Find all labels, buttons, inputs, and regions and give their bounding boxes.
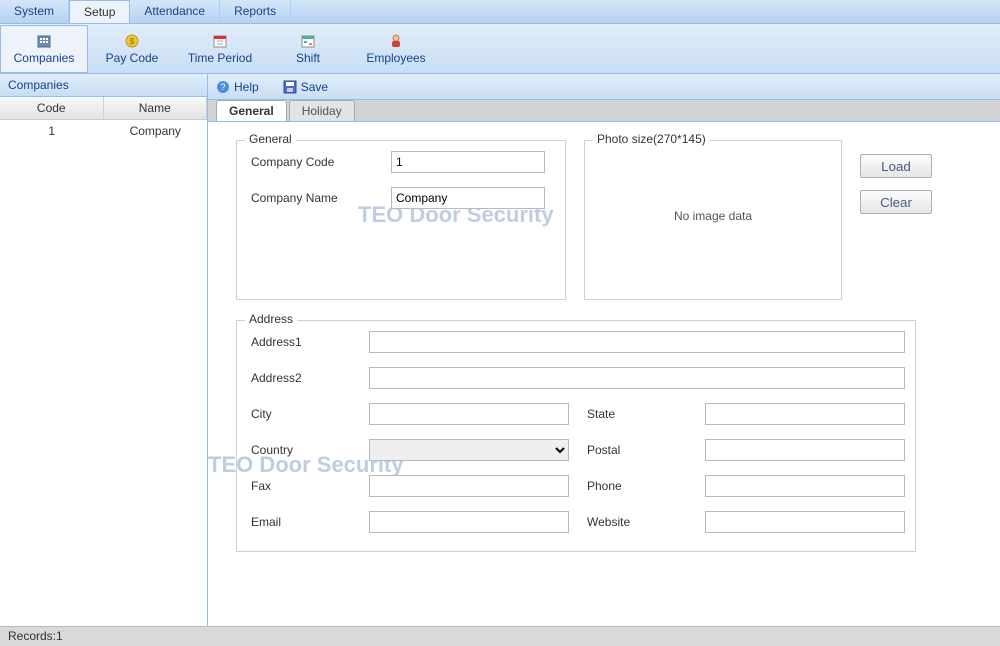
table-row[interactable]: 1 Company [0,120,207,142]
address-fieldset: Address Address1 Address2 City State Cou… [236,320,916,552]
help-button[interactable]: ? Help [216,80,259,94]
toolbar-shift[interactable]: Shift [264,25,352,73]
content: ? Help Save General Holiday TEO Door Sec… [208,74,1000,626]
save-label: Save [301,80,328,94]
company-code-input[interactable] [391,151,545,173]
city-input[interactable] [369,403,569,425]
sidebar: Companies Code Name 1 Company [0,74,208,626]
website-input[interactable] [705,511,905,533]
address1-input[interactable] [369,331,905,353]
schedule-icon [300,33,316,49]
statusbar: Records:1 [0,626,1000,646]
company-name-label: Company Name [251,191,391,205]
actionbar: ? Help Save [208,74,1000,100]
general-fieldset: General Company Code Company Name [236,140,566,300]
form-area: TEO Door Security TEO Door Security Gene… [208,122,1000,626]
postal-input[interactable] [705,439,905,461]
city-label: City [251,407,351,421]
calendar-icon [212,33,228,49]
toolbar-employees[interactable]: Employees [352,25,440,73]
menubar: System Setup Attendance Reports [0,0,1000,24]
toolbar-label: Pay Code [106,51,159,65]
toolbar-label: Time Period [188,51,252,65]
col-code[interactable]: Code [0,97,104,119]
save-button[interactable]: Save [283,80,328,94]
menu-system[interactable]: System [0,0,69,23]
company-code-label: Company Code [251,155,391,169]
state-input[interactable] [705,403,905,425]
grid-header: Code Name [0,97,207,120]
cell-code: 1 [0,120,104,142]
col-name[interactable]: Name [104,97,208,119]
country-select[interactable] [369,439,569,461]
address-legend: Address [245,312,297,326]
sidebar-title: Companies [0,74,207,97]
toolbar-time-period[interactable]: Time Period [176,25,264,73]
address1-label: Address1 [251,335,351,349]
tabbar: General Holiday [208,100,1000,122]
coin-icon: $ [124,33,140,49]
email-input[interactable] [369,511,569,533]
postal-label: Postal [587,443,687,457]
save-icon [283,80,297,94]
fax-input[interactable] [369,475,569,497]
address2-input[interactable] [369,367,905,389]
no-image-text: No image data [674,209,752,223]
toolbar-label: Companies [14,51,75,65]
photo-legend: Photo size(270*145) [593,132,710,146]
state-label: State [587,407,687,421]
toolbar-label: Shift [296,51,320,65]
toolbar-pay-code[interactable]: $ Pay Code [88,25,176,73]
email-label: Email [251,515,351,529]
tab-general[interactable]: General [216,100,287,121]
general-legend: General [245,132,296,146]
clear-button[interactable]: Clear [860,190,932,214]
load-button[interactable]: Load [860,154,932,178]
address2-label: Address2 [251,371,351,385]
menu-reports[interactable]: Reports [220,0,291,23]
menu-setup[interactable]: Setup [69,0,130,23]
record-count: Records:1 [8,629,63,643]
toolbar-companies[interactable]: Companies [0,25,88,73]
fax-label: Fax [251,479,351,493]
tab-holiday[interactable]: Holiday [289,100,355,121]
svg-text:$: $ [130,37,135,46]
person-icon [388,33,404,49]
website-label: Website [587,515,687,529]
toolbar: Companies $ Pay Code Time Period Shift E… [0,24,1000,74]
help-icon: ? [216,80,230,94]
svg-text:?: ? [220,82,225,92]
photo-fieldset: Photo size(270*145) No image data [584,140,842,300]
building-icon [36,33,52,49]
toolbar-label: Employees [366,51,425,65]
cell-name: Company [104,120,208,142]
phone-label: Phone [587,479,687,493]
company-name-input[interactable] [391,187,545,209]
phone-input[interactable] [705,475,905,497]
menu-attendance[interactable]: Attendance [130,0,220,23]
country-label: Country [251,443,351,457]
help-label: Help [234,80,259,94]
